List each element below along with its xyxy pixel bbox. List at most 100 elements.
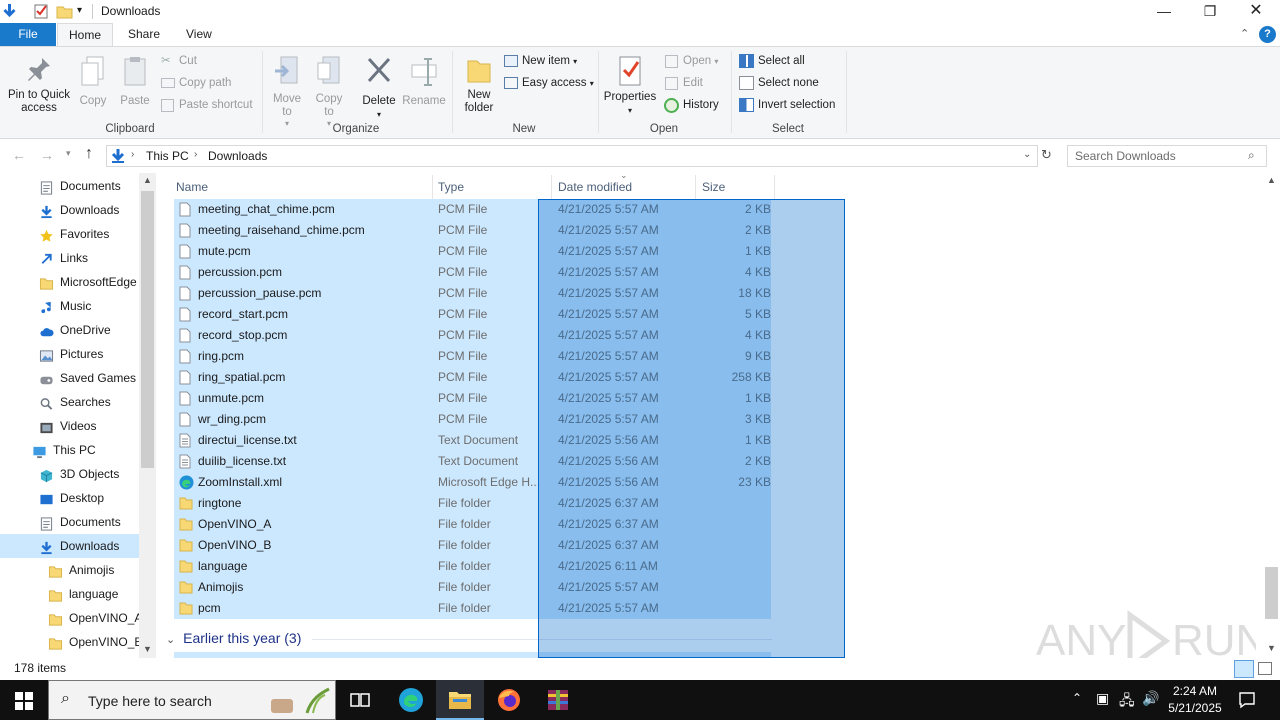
group-collapse-icon[interactable]: ⌄ bbox=[166, 634, 175, 646]
rename-button[interactable]: Rename bbox=[402, 55, 446, 108]
pin-to-quick-access-button[interactable]: Pin to Quick access bbox=[4, 55, 74, 115]
new-folder-quick-icon[interactable] bbox=[56, 3, 73, 20]
forward-arrow-icon[interactable]: → bbox=[40, 147, 54, 163]
breadcrumb-downloads[interactable]: Downloads bbox=[208, 149, 267, 163]
nav-item-language[interactable]: language bbox=[0, 582, 139, 606]
search-box[interactable]: Search Downloads ⌕ bbox=[1067, 145, 1267, 167]
address-bar[interactable]: › This PC › Downloads ⌄ bbox=[106, 145, 1038, 167]
nav-item-animojis[interactable]: Animojis bbox=[0, 558, 139, 582]
copy-path-button[interactable]: Copy path bbox=[159, 74, 231, 92]
scroll-up-icon[interactable]: ▲ bbox=[1267, 175, 1276, 185]
refresh-icon[interactable]: ↻ bbox=[1041, 147, 1052, 163]
file-name: language bbox=[198, 559, 248, 573]
column-header-date[interactable]: Date modified bbox=[558, 179, 632, 199]
tab-home[interactable]: Home bbox=[57, 23, 113, 47]
taskbar-clock[interactable]: 2:24 AM 5/21/2025 bbox=[1165, 683, 1225, 717]
nav-item-downloads[interactable]: Downloads bbox=[0, 534, 139, 558]
volume-icon[interactable]: 🔊 bbox=[1142, 690, 1159, 707]
nav-item-documents[interactable]: Documents bbox=[0, 510, 139, 534]
collapse-ribbon-icon[interactable]: ⌃ bbox=[1240, 27, 1249, 40]
easy-access-button[interactable]: Easy access ▾ bbox=[502, 74, 594, 92]
maximize-button[interactable]: ❐ bbox=[1187, 0, 1233, 23]
column-divider[interactable] bbox=[774, 175, 775, 199]
recent-locations-icon[interactable]: ▾ bbox=[66, 148, 71, 159]
new-folder-button[interactable]: New folder bbox=[458, 55, 500, 115]
taskbar-edge[interactable] bbox=[387, 680, 435, 720]
large-icons-view-icon[interactable] bbox=[1258, 662, 1272, 675]
nav-item-documents[interactable]: Documents bbox=[0, 174, 139, 198]
properties-button[interactable]: Properties ▾ bbox=[602, 55, 658, 117]
details-view-icon[interactable] bbox=[1234, 660, 1254, 678]
customize-quick-access-icon[interactable]: ▾ bbox=[77, 5, 82, 16]
paste-button[interactable]: Paste bbox=[114, 55, 156, 108]
device-icon[interactable]: ▣ bbox=[1096, 690, 1109, 707]
nav-item-favorites[interactable]: Favorites bbox=[0, 222, 139, 246]
taskbar-file-explorer[interactable] bbox=[436, 680, 484, 720]
copy-to-button[interactable]: Copy to ▾ bbox=[310, 55, 348, 130]
cut-button[interactable]: ✂ Cut bbox=[159, 52, 197, 70]
nav-item-3d-objects[interactable]: 3D Objects bbox=[0, 462, 139, 486]
file-type: PCM File bbox=[438, 391, 488, 405]
network-icon[interactable]: 🖧 bbox=[1119, 690, 1135, 714]
nav-item-onedrive[interactable]: OneDrive bbox=[0, 318, 139, 342]
minimize-button[interactable]: — bbox=[1141, 0, 1187, 23]
paste-shortcut-button[interactable]: Paste shortcut bbox=[159, 96, 253, 114]
taskbar-search-box[interactable]: ⌕ Type here to search bbox=[48, 680, 336, 720]
tab-share[interactable]: Share bbox=[118, 23, 170, 47]
breadcrumb-chevron-icon[interactable]: › bbox=[131, 149, 134, 160]
scroll-down-icon[interactable]: ▼ bbox=[1267, 643, 1276, 653]
scroll-down-icon[interactable]: ▼ bbox=[143, 644, 152, 654]
nav-item-label: Searches bbox=[60, 395, 111, 409]
notifications-icon[interactable] bbox=[1238, 691, 1256, 709]
show-hidden-icons-icon[interactable]: ⌃ bbox=[1072, 691, 1082, 705]
nav-item-links[interactable]: Links bbox=[0, 246, 139, 270]
open-button[interactable]: Open ▾ bbox=[663, 52, 718, 70]
select-all-button[interactable]: Select all bbox=[738, 52, 805, 70]
nav-item-desktop[interactable]: Desktop bbox=[0, 486, 139, 510]
nav-item-microsoftedge[interactable]: MicrosoftEdge bbox=[0, 270, 139, 294]
back-arrow-icon[interactable]: ← bbox=[12, 147, 26, 163]
select-none-button[interactable]: Select none bbox=[738, 74, 819, 92]
column-header-size[interactable]: Size bbox=[702, 179, 725, 199]
scroll-up-icon[interactable]: ▲ bbox=[143, 175, 152, 185]
properties-quick-icon[interactable] bbox=[33, 3, 50, 20]
tab-file[interactable]: File bbox=[0, 23, 56, 47]
breadcrumb-this-pc[interactable]: This PC bbox=[146, 149, 189, 163]
nav-item-this-pc[interactable]: This PC bbox=[0, 438, 139, 462]
nav-scroll-thumb[interactable] bbox=[141, 191, 154, 468]
column-header-name[interactable]: Name bbox=[176, 179, 208, 199]
column-divider[interactable] bbox=[432, 175, 433, 199]
nav-item-videos[interactable]: Videos bbox=[0, 414, 139, 438]
column-divider[interactable] bbox=[695, 175, 696, 199]
nav-item-searches[interactable]: Searches bbox=[0, 390, 139, 414]
file-scroll-thumb[interactable] bbox=[1265, 567, 1278, 619]
nav-scrollbar[interactable]: ▲ ▼ bbox=[139, 173, 156, 658]
invert-selection-button[interactable]: Invert selection bbox=[738, 96, 835, 114]
up-arrow-icon[interactable]: ↑ bbox=[85, 145, 93, 163]
nav-item-pictures[interactable]: Pictures bbox=[0, 342, 139, 366]
new-item-button[interactable]: New item ▾ bbox=[502, 52, 577, 70]
nav-item-openvino-a[interactable]: OpenVINO_A bbox=[0, 606, 139, 630]
help-icon[interactable]: ? bbox=[1259, 26, 1276, 43]
nav-item-music[interactable]: Music bbox=[0, 294, 139, 318]
nav-item-openvino-b[interactable]: OpenVINO_B bbox=[0, 630, 139, 654]
breadcrumb-chevron-icon[interactable]: › bbox=[194, 149, 197, 160]
tab-view[interactable]: View bbox=[176, 23, 222, 47]
column-header-type[interactable]: Type bbox=[438, 179, 464, 199]
taskbar-winrar[interactable] bbox=[534, 680, 582, 720]
windows-start-icon[interactable] bbox=[15, 692, 33, 710]
task-view-button[interactable] bbox=[336, 680, 384, 720]
column-divider[interactable] bbox=[551, 175, 552, 199]
close-button[interactable]: ✕ bbox=[1233, 0, 1279, 23]
delete-button[interactable]: Delete ▾ bbox=[358, 55, 400, 121]
edit-button[interactable]: Edit bbox=[663, 74, 703, 92]
nav-item-downloads[interactable]: Downloads bbox=[0, 198, 139, 222]
taskbar-firefox[interactable] bbox=[485, 680, 533, 720]
history-button[interactable]: History bbox=[663, 96, 719, 114]
move-to-button[interactable]: Move to ▾ bbox=[268, 55, 306, 130]
nav-item-saved-games[interactable]: Saved Games bbox=[0, 366, 139, 390]
copy-button[interactable]: Copy bbox=[74, 55, 112, 108]
address-dropdown-icon[interactable]: ⌄ bbox=[1023, 149, 1031, 160]
search-icon[interactable]: ⌕ bbox=[1248, 148, 1255, 163]
file-list-scrollbar[interactable]: ▲ ▼ bbox=[1263, 173, 1280, 658]
